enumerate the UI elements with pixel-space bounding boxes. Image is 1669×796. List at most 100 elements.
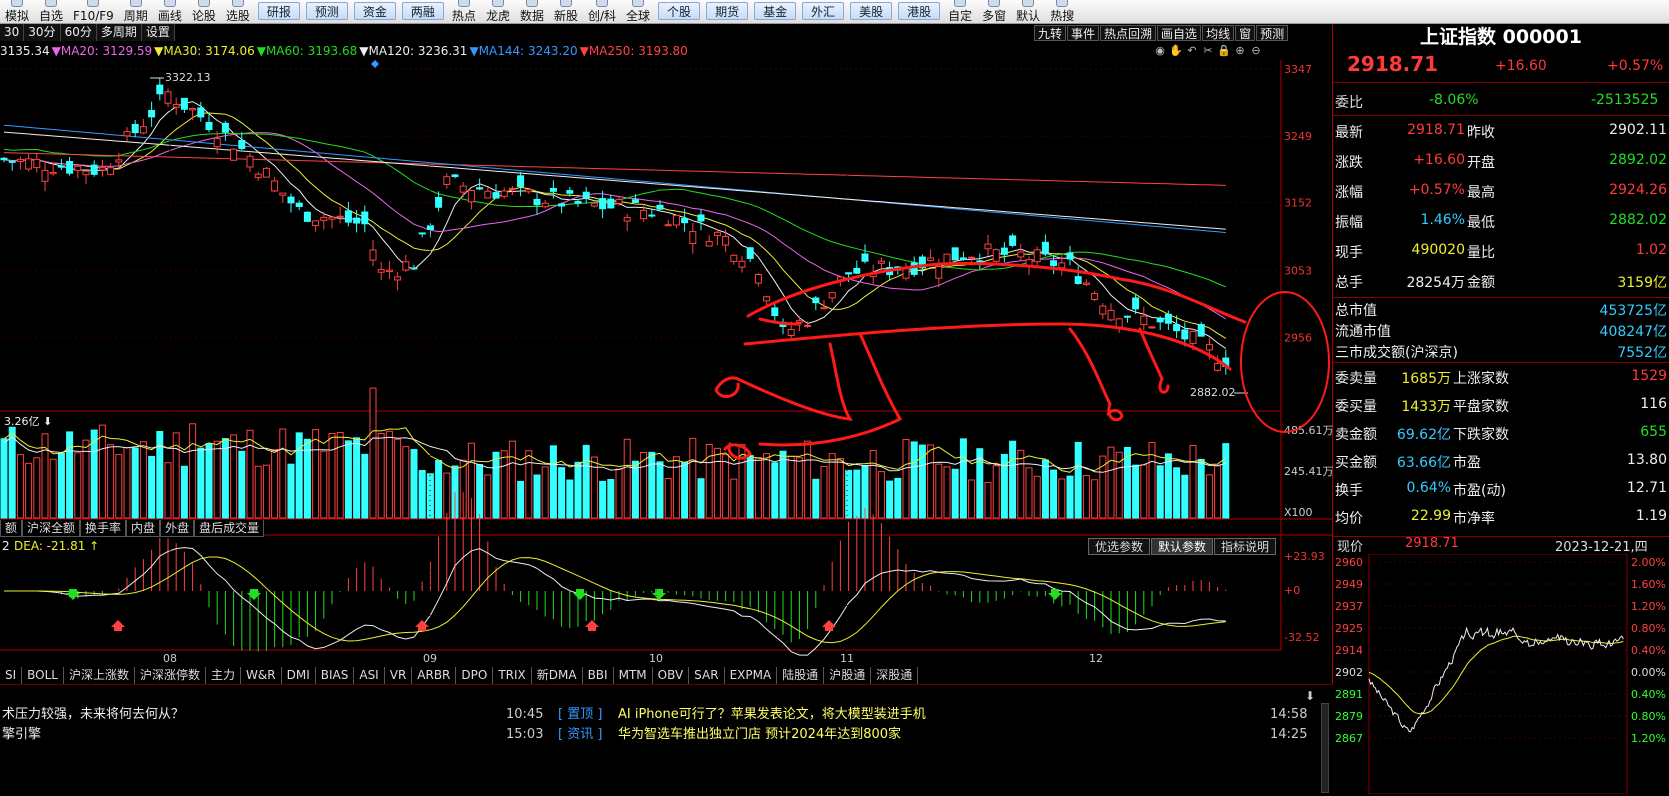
toolbar2-1[interactable]: 龙虎: [481, 0, 515, 23]
chart-tab-3[interactable]: 画自选: [1157, 25, 1202, 41]
toolbar3-1[interactable]: 多窗: [977, 0, 1011, 23]
toolbar-button-1[interactable]: 预测: [305, 2, 348, 20]
indicator-tab-17[interactable]: SAR: [689, 667, 725, 684]
toolbar3-2[interactable]: 默认: [1011, 0, 1045, 23]
intraday-chart[interactable]: 2960 2.00% 2949 1.60% 2937 1.20% 2925 0.80% 2914…: [1333, 554, 1669, 794]
indicator-tab-9[interactable]: VR: [384, 667, 413, 684]
toolbar-5[interactable]: 论股: [187, 0, 221, 23]
sub-tab-0[interactable]: 额: [0, 520, 23, 537]
chart-tab-5[interactable]: 窗: [1235, 25, 1256, 41]
indicator-tab-1[interactable]: BOLL: [22, 667, 64, 684]
news-category[interactable]: [ 置顶 ]: [558, 705, 602, 725]
download-icon[interactable]: ⬇: [1305, 689, 1315, 703]
toolbar3-3[interactable]: 热搜: [1045, 0, 1079, 23]
sub-tab-2[interactable]: 换手率: [80, 520, 127, 537]
indicator-tab-12[interactable]: TRIX: [493, 667, 532, 684]
candle-body: [853, 267, 861, 274]
lock-icon[interactable]: 🔒: [1216, 44, 1232, 58]
kline-chart-panel[interactable]: 3347 3249 3152 3053 2956 3322.13 2882.02 3.26亿 …: [0, 24, 1333, 684]
macd-param-tab-0[interactable]: 优选参数: [1088, 538, 1151, 555]
undo-icon[interactable]: ↶: [1184, 44, 1200, 58]
macd-param-tab-1[interactable]: 默认参数: [1151, 538, 1214, 555]
toolbar-1[interactable]: 自选: [34, 0, 68, 23]
toolbar2-3[interactable]: 新股: [549, 0, 583, 23]
chart-tab-2[interactable]: 热点回溯: [1100, 25, 1157, 41]
market-button-2[interactable]: 基金: [754, 2, 797, 20]
toolbar-0[interactable]: 模拟: [0, 0, 34, 23]
toolbar-button-0[interactable]: 研报: [257, 2, 300, 20]
candle-body: [697, 214, 705, 222]
toolbar-button-3[interactable]: 两融: [401, 2, 444, 20]
volume-bar: [754, 457, 762, 519]
volume-bar: [1099, 455, 1107, 519]
toolbar-4[interactable]: 画线: [153, 0, 187, 23]
news-headline[interactable]: 华为智选车推出独立门店 预计2024年达到800家: [618, 725, 901, 745]
chart-tab-0[interactable]: 九转: [1034, 25, 1067, 41]
indicator-tab-2[interactable]: 沪深上涨数: [64, 667, 136, 684]
toolbar2-0[interactable]: 热点: [447, 0, 481, 23]
news-category[interactable]: [ 资讯 ]: [558, 725, 602, 745]
market-button-0[interactable]: 个股: [658, 2, 701, 20]
news-scrollbar[interactable]: [1321, 703, 1329, 793]
kline-chart-canvas[interactable]: 3347 3249 3152 3053 2956 3322.13 2882.02 3.26亿 …: [0, 24, 1333, 684]
sub-tab-3[interactable]: 内盘: [126, 520, 161, 537]
indicator-tab-5[interactable]: W&R: [241, 667, 282, 684]
indicator-tab-6[interactable]: DMI: [281, 667, 316, 684]
period-tab-3[interactable]: 多周期: [96, 24, 142, 41]
order-label-right: 平盘家数: [1453, 399, 1509, 415]
chart-tab-6[interactable]: 预测: [1256, 25, 1289, 41]
news-headline[interactable]: AI iPhone可行了？苹果发表论文，将大模型装进手机: [618, 705, 926, 725]
toolbar2-2[interactable]: 数据: [515, 0, 549, 23]
news-left-text[interactable]: 擎引擎: [2, 725, 41, 745]
scissors-icon[interactable]: ✂: [1200, 44, 1216, 58]
market-button-4[interactable]: 美股: [850, 2, 893, 20]
sub-tab-1[interactable]: 沪深全额: [22, 520, 81, 537]
quote-panel: 上证指数 000001 2918.71 +16.60 +0.57% 委比 -8.0…: [1333, 24, 1669, 796]
toolbar2-5[interactable]: 全球: [621, 0, 655, 23]
macd-param-tab-2[interactable]: 指标说明: [1214, 538, 1277, 555]
candle-body: [1132, 297, 1140, 310]
zoom-out-icon[interactable]: ⊖: [1248, 44, 1264, 58]
indicator-tab-8[interactable]: ASI: [354, 667, 385, 684]
hand-icon[interactable]: ✋: [1168, 44, 1184, 58]
news-left-text[interactable]: 术压力较强，未来将何去何从？: [2, 705, 184, 725]
chart-tab-1[interactable]: 事件: [1067, 25, 1100, 41]
toolbar-2[interactable]: F10/F9: [68, 0, 119, 23]
period-tab-2[interactable]: 60分: [60, 24, 97, 41]
volume-bar: [303, 438, 311, 519]
order-row: 委卖量 1685万 上涨家数 1529: [1333, 364, 1669, 392]
market-button-1[interactable]: 期货: [706, 2, 749, 20]
eye-icon[interactable]: ◉: [1152, 44, 1168, 58]
period-tab-0[interactable]: 30: [0, 24, 25, 41]
indicator-tab-21[interactable]: 深股通: [871, 667, 919, 684]
market-button-5[interactable]: 港股: [898, 2, 941, 20]
indicator-tab-16[interactable]: OBV: [652, 667, 690, 684]
toolbar3-0[interactable]: 自定: [943, 0, 977, 23]
indicator-tab-18[interactable]: EXPMA: [724, 667, 778, 684]
indicator-tab-13[interactable]: 新DMA: [531, 667, 583, 684]
indicator-tab-10[interactable]: ARBR: [412, 667, 457, 684]
toolbar-3[interactable]: 周期: [119, 0, 153, 23]
market-button-3[interactable]: 外汇: [802, 2, 845, 20]
indicator-tab-7[interactable]: BIAS: [315, 667, 355, 684]
period-tab-1[interactable]: 30分: [24, 24, 61, 41]
volume-bar: [582, 444, 590, 519]
indicator-tab-15[interactable]: MTM: [613, 667, 653, 684]
sub-tab-4[interactable]: 外盘: [160, 520, 195, 537]
period-tab-4[interactable]: 设置: [141, 24, 175, 41]
sub-tab-5[interactable]: 盘后成交量: [194, 520, 265, 537]
indicator-tab-14[interactable]: BBI: [582, 667, 614, 684]
order-value-right: 1.19: [1635, 508, 1667, 524]
indicator-tab-11[interactable]: DPO: [456, 667, 494, 684]
zoom-in-icon[interactable]: ⊕: [1232, 44, 1248, 58]
toolbar-button-2[interactable]: 资金: [353, 2, 396, 20]
indicator-tab-0[interactable]: SI: [0, 667, 23, 684]
volume-bar: [443, 472, 451, 519]
indicator-tab-20[interactable]: 沪股通: [824, 667, 872, 684]
toolbar2-4[interactable]: 创/科: [583, 0, 621, 23]
chart-tab-4[interactable]: 均线: [1202, 25, 1235, 41]
toolbar-6[interactable]: 选股: [221, 0, 255, 23]
indicator-tab-4[interactable]: 主力: [206, 667, 242, 684]
indicator-tab-3[interactable]: 沪深涨停数: [135, 667, 207, 684]
indicator-tab-19[interactable]: 陆股通: [777, 667, 825, 684]
